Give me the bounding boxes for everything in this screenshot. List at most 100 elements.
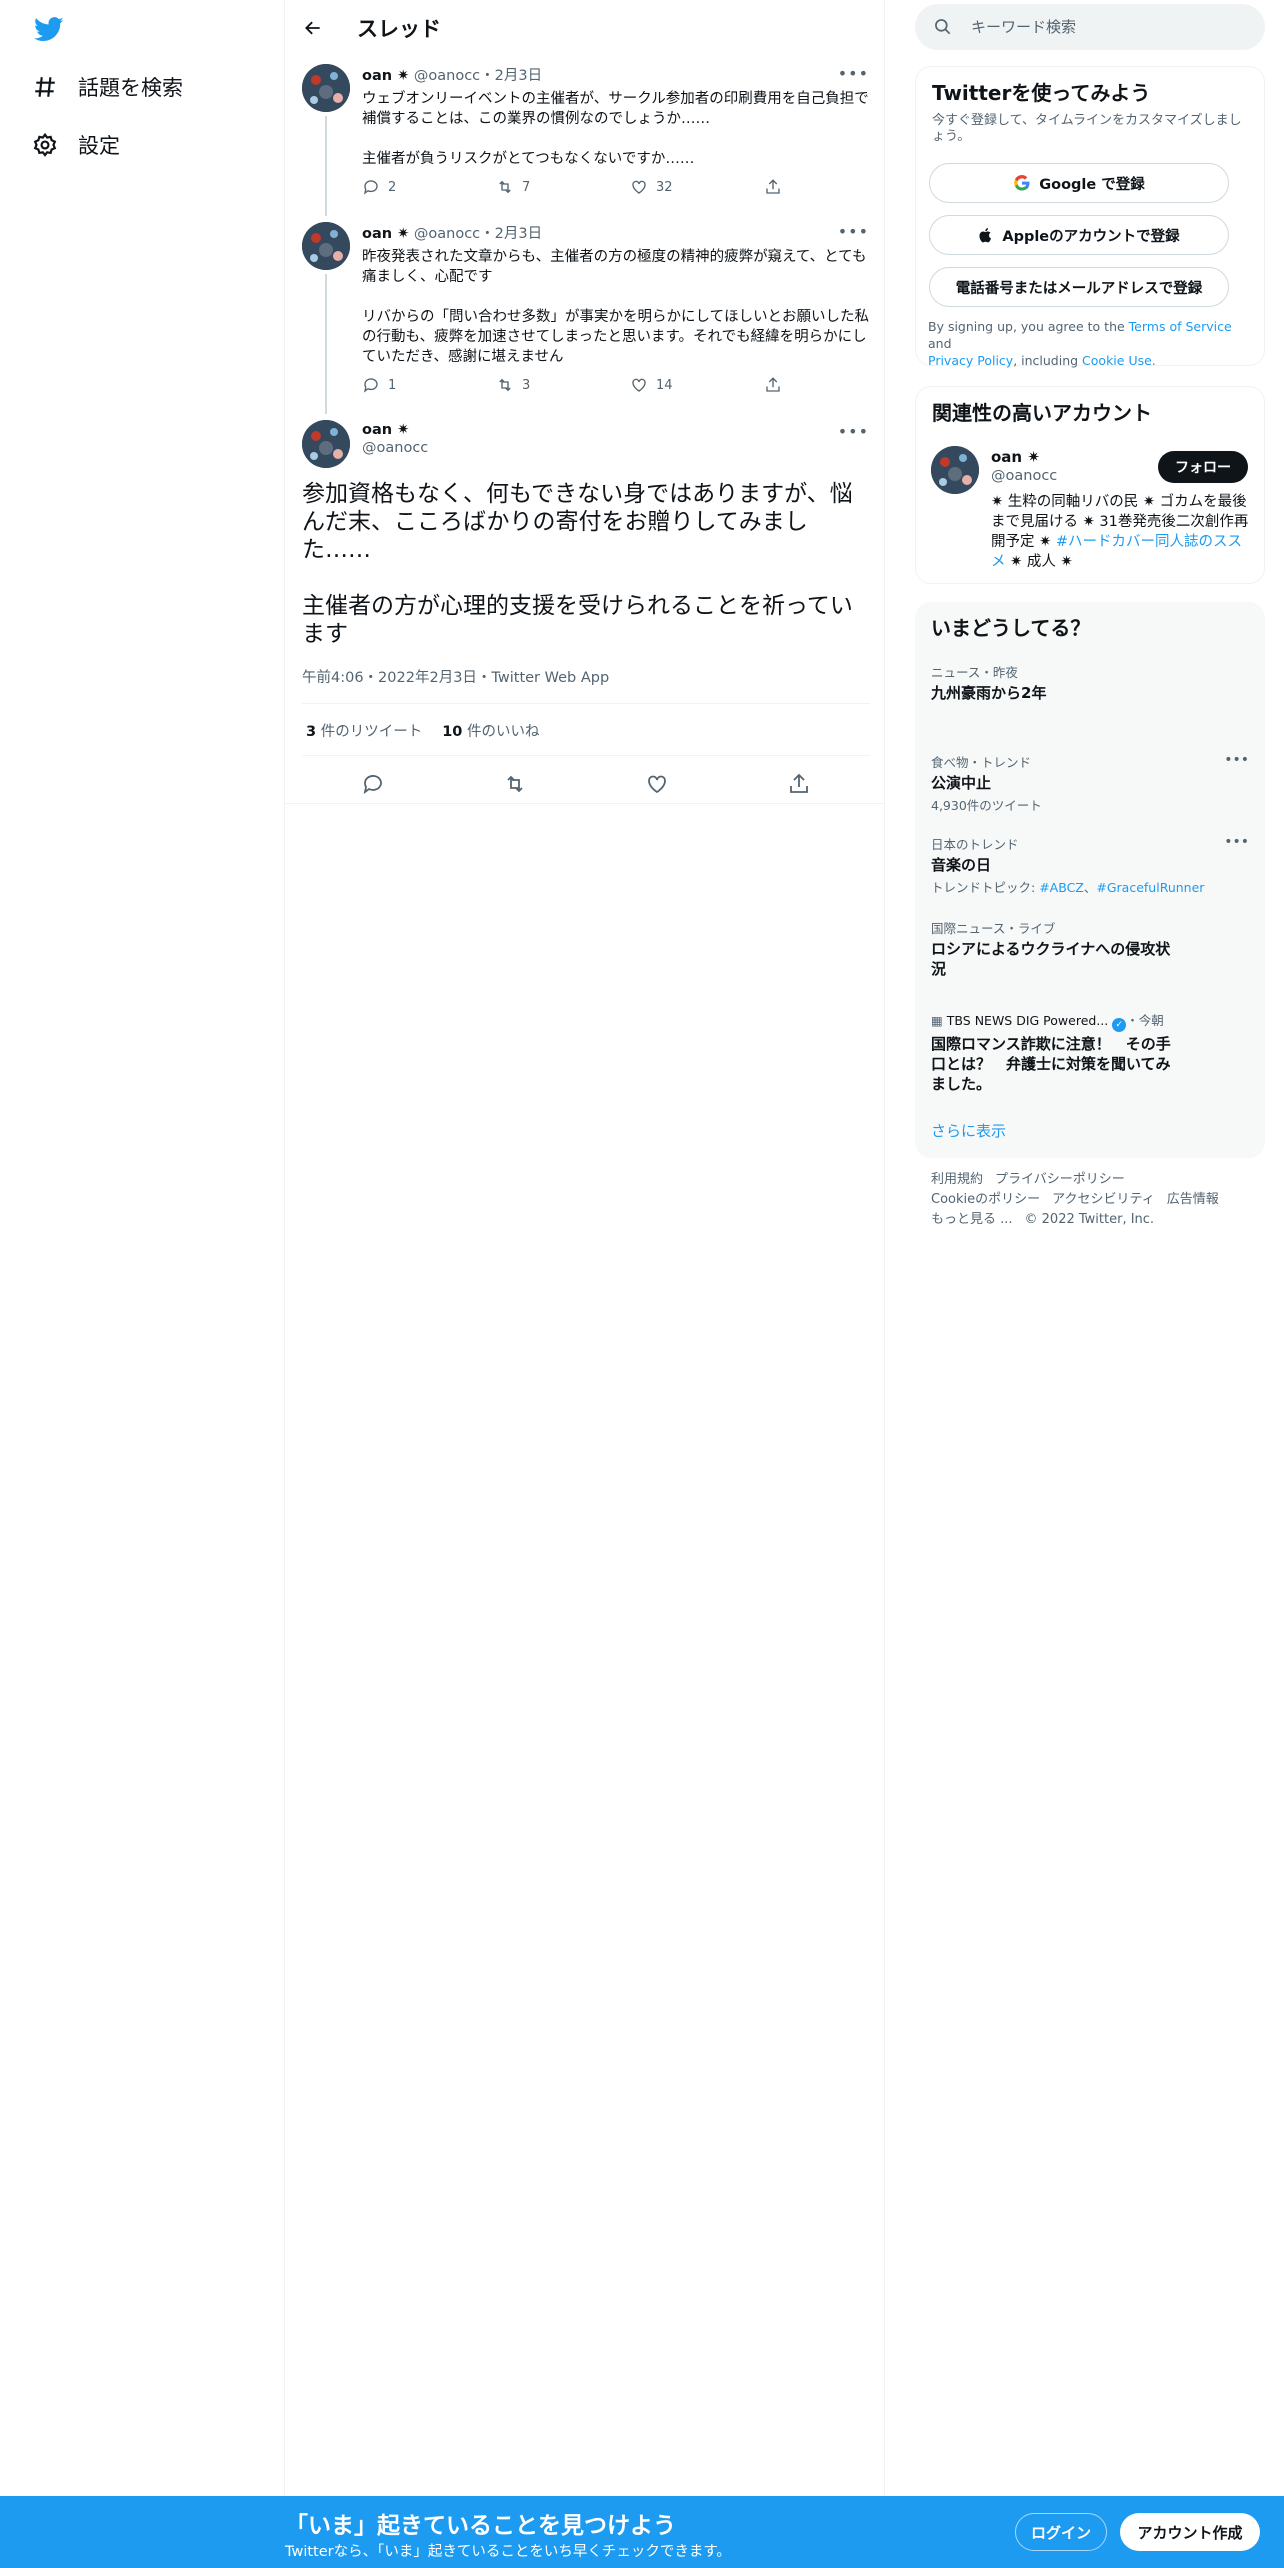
trend-name: ロシアによるウクライナへの侵攻状況 (931, 940, 1171, 978)
tweet-paragraph: 主催者が負うリスクがとてつもなくないですか…… (362, 151, 695, 167)
avatar[interactable] (302, 222, 350, 270)
trend-hashtag-link[interactable]: #GracefulRunner (1096, 880, 1204, 895)
signup-title: Twitterを使ってみよう (932, 81, 1151, 105)
nav-settings[interactable]: 設定 (32, 130, 120, 160)
avatar[interactable] (302, 420, 350, 468)
trend-item[interactable]: ニュース・昨夜 九州豪雨から2年 (931, 662, 1249, 703)
thread-tweet[interactable]: oan ✷ @oanocc・2月3日 ウェブオンリーイベントの主催者が、サークル… (285, 54, 885, 216)
reply-button[interactable]: 2 (362, 178, 496, 196)
trend-item[interactable]: ▦ TBS NEWS DIG Powered... ✓ ・今朝 国際ロマンス詐欺に… (931, 1010, 1171, 1094)
trend-hashtag-link[interactable]: #ABCZ (1039, 880, 1084, 895)
thread-line (325, 116, 327, 216)
footer-ads-link[interactable]: 広告情報 (1167, 1192, 1219, 1207)
footer-cookie-link[interactable]: Cookieのポリシー (931, 1192, 1040, 1207)
share-button[interactable] (764, 376, 898, 394)
bio-text: ✷ 成人 ✷ (1010, 554, 1073, 570)
more-icon[interactable]: ••• (838, 422, 869, 441)
apple-signup-button[interactable]: Appleのアカウントで登録 (929, 215, 1229, 255)
more-icon[interactable]: ••• (1224, 834, 1249, 850)
trend-item[interactable]: 国際ニュース・ライブ ロシアによるウクライナへの侵攻状況 (931, 918, 1171, 979)
search-input[interactable] (971, 18, 1251, 36)
retweet-count: 3 (522, 377, 531, 393)
avatar[interactable] (302, 64, 350, 112)
hashtag-icon (35, 77, 55, 97)
retweet-button[interactable]: 3 (496, 376, 630, 394)
retweet-count: 7 (522, 179, 531, 195)
trend-item[interactable]: 日本のトレンド 音楽の日 トレンドトピック: #ABCZ、#GracefulRu… (931, 834, 1249, 896)
thread-tweet[interactable]: oan ✷ @oanocc・2月3日 昨夜発表された文章からも、主催者の方の極度… (285, 212, 885, 414)
heart-icon[interactable] (637, 764, 677, 804)
more-icon[interactable]: ••• (838, 64, 869, 83)
footer-privacy-link[interactable]: プライバシーポリシー (995, 1172, 1125, 1187)
trend-name: 国際ロマンス詐欺に注意！ その手口とは？ 弁護士に対策を聞いてみました。 (931, 1035, 1171, 1093)
focus-tweet-text: 参加資格もなく、何もできない身ではありますが、悩んだ末、こころばかりの寄付をお贈… (302, 480, 870, 648)
author-name[interactable]: oan ✷ (362, 422, 870, 438)
follow-button[interactable]: フォロー (1158, 451, 1248, 483)
tweet-meta[interactable]: 午前4:06・2022年2月3日・Twitter Web App (302, 666, 609, 687)
back-arrow-icon[interactable] (299, 14, 327, 42)
footer-more-link[interactable]: もっと見る ... (931, 1212, 1013, 1227)
signup-button[interactable]: アカウント作成 (1120, 2513, 1260, 2551)
nav-explore[interactable]: 話題を検索 (32, 72, 183, 102)
tweet-header: oan ✷ @oanocc・2月3日 (362, 222, 870, 243)
show-more-link[interactable]: さらに表示 (931, 1120, 1006, 1141)
footer-accessibility-link[interactable]: アクセシビリティ (1052, 1192, 1155, 1207)
tweet-date[interactable]: ・2月3日 (480, 68, 542, 84)
retweet-button[interactable]: 7 (496, 178, 630, 196)
related-account-name[interactable]: oan ✷ (991, 448, 1040, 466)
tweet-header: oan ✷ @oanocc・2月3日 (362, 64, 870, 85)
retweet-icon[interactable] (495, 764, 535, 804)
privacy-policy-link[interactable]: Privacy Policy (928, 353, 1013, 368)
reply-icon (363, 378, 378, 393)
author-name[interactable]: oan ✷ (362, 226, 409, 242)
search-box[interactable] (915, 4, 1265, 50)
share-button[interactable] (764, 178, 898, 196)
like-button[interactable]: 14 (630, 376, 764, 394)
author-handle[interactable]: @oanocc (414, 226, 480, 242)
more-icon[interactable]: ••• (1224, 752, 1249, 768)
reply-icon[interactable] (353, 764, 393, 804)
gear-icon (33, 132, 57, 157)
reply-icon (363, 180, 378, 195)
share-icon[interactable] (779, 764, 819, 804)
trend-meta-separator: 、 (1083, 880, 1097, 895)
related-title: 関連性の高いアカウント (932, 401, 1152, 425)
login-button[interactable]: ログイン (1015, 2513, 1107, 2551)
author-handle[interactable]: @oanocc (414, 68, 480, 84)
footer-links: 利用規約 プライバシーポリシー Cookieのポリシー アクセシビリティ 広告情報 も… (931, 1170, 1251, 1230)
footer-terms-link[interactable]: 利用規約 (931, 1172, 983, 1187)
like-total: 10 (442, 724, 463, 740)
bottom-bar-subtitle: Twitterなら、「いま」起きていることをいち早くチェックできます。 (285, 2544, 731, 2560)
retweet-stat[interactable]: 3 件のリツイート (306, 720, 422, 741)
like-stat[interactable]: 10 件のいいね (442, 720, 539, 741)
terms-of-service-link[interactable]: Terms of Service (1129, 319, 1232, 334)
trend-item[interactable]: 食べ物・トレンド 公演中止 4,930件のツイート ••• (931, 752, 1249, 814)
phone-email-signup-label: 電話番号またはメールアドレスで登録 (955, 280, 1203, 297)
related-account-handle[interactable]: @oanocc (991, 468, 1057, 484)
focus-tweet-actions (302, 764, 870, 804)
main-column: スレッド oan ✷ @oanocc・2月3日 ウェブオンリーイベントの主催者が… (285, 0, 885, 2496)
bottom-bar-title: 「いま」起きていることを見つけよう (285, 2513, 676, 2539)
like-count: 32 (656, 179, 673, 195)
cookie-use-link[interactable]: Cookie Use. (1082, 353, 1156, 368)
tweet-text: 昨夜発表された文章からも、主催者の方の極度の精神的疲弊が窺えて、とても痛ましく、… (362, 247, 870, 367)
avatar[interactable] (931, 446, 979, 494)
author-name[interactable]: oan ✷ (362, 68, 409, 84)
terms-text: By signing up, you agree to the (928, 319, 1125, 334)
tweet-actions: 1 3 14 (362, 376, 898, 394)
tweet-paragraph: 主催者の方が心理的支援を受けられることを祈っています (302, 593, 853, 647)
more-icon[interactable]: ••• (838, 222, 869, 241)
related-account-bio: ✷ 生粋の同軸リバの民 ✷ ゴカムを最後まで見届ける ✷ 31巻発売後二次創作再… (991, 492, 1251, 572)
divider (285, 803, 885, 804)
like-button[interactable]: 32 (630, 178, 764, 196)
retweet-stat-label: 件のリツイート (320, 724, 423, 740)
tweet-paragraph: 昨夜発表された文章からも、主催者の方の極度の精神的疲弊が窺えて、とても痛ましく、… (362, 249, 867, 285)
twitter-bird-icon[interactable] (32, 14, 66, 44)
tweet-date[interactable]: ・2月3日 (480, 226, 542, 242)
trend-context: 日本のトレンド (931, 837, 1019, 852)
reply-button[interactable]: 1 (362, 376, 496, 394)
author-handle[interactable]: @oanocc (362, 440, 870, 456)
google-signup-button[interactable]: Google で登録 (929, 163, 1229, 203)
page-title: スレッド (357, 17, 441, 41)
phone-email-signup-button[interactable]: 電話番号またはメールアドレスで登録 (929, 267, 1229, 307)
